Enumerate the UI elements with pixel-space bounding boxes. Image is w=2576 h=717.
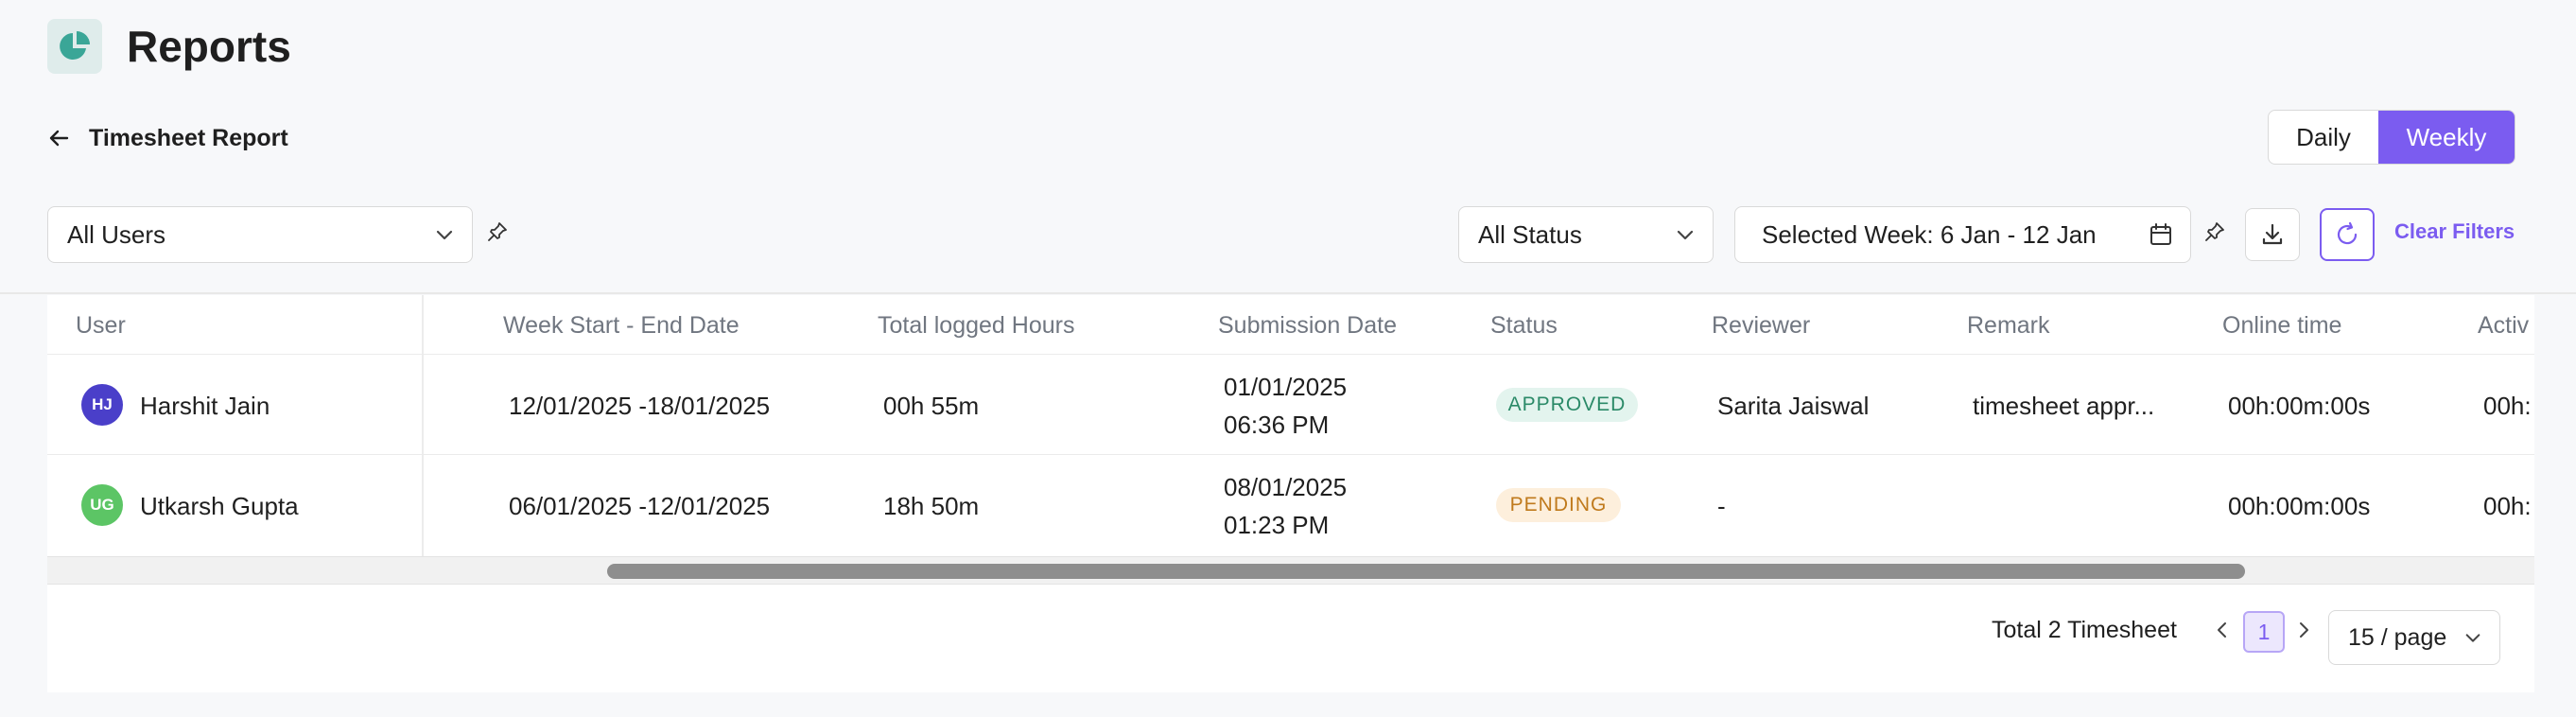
online-time: 00h:00m:00s — [2228, 392, 2371, 420]
back-link[interactable]: Timesheet Report — [47, 123, 288, 153]
column-header-status[interactable]: Status — [1490, 312, 1558, 340]
pin-week-filter-button[interactable] — [2200, 216, 2230, 248]
column-header-hours[interactable]: Total logged Hours — [878, 312, 1074, 340]
download-icon — [2262, 223, 2283, 245]
next-page-button[interactable] — [2290, 615, 2317, 645]
reports-logo — [47, 19, 102, 74]
week-picker[interactable]: Selected Week: 6 Jan - 12 Jan — [1734, 206, 2191, 263]
refresh-button[interactable] — [2320, 208, 2375, 261]
users-select[interactable]: All Users — [47, 206, 473, 263]
week-range: 06/01/2025 -12/01/2025 — [509, 492, 771, 520]
previous-page-button[interactable] — [2209, 615, 2236, 645]
logged-hours: 00h 55m — [883, 392, 980, 420]
daily-toggle-option[interactable]: Daily — [2269, 111, 2378, 164]
table-row-separator — [47, 454, 2534, 455]
fixed-column-divider — [422, 295, 424, 556]
chevron-left-icon — [2218, 622, 2226, 638]
status-badge: APPROVED — [1496, 388, 1638, 422]
view-toggle: Daily Weekly — [2268, 110, 2515, 165]
user-name[interactable]: Harshit Jain — [140, 392, 270, 421]
remark-text: timesheet appr... — [1973, 392, 2155, 420]
chevron-down-icon — [436, 230, 453, 240]
status-select[interactable]: All Status — [1458, 206, 1714, 263]
page-number-button[interactable]: 1 — [2243, 611, 2285, 653]
active-time: 00h: — [2483, 492, 2532, 520]
header-row-separator — [47, 354, 2534, 355]
submission-time: 06:36 PM — [1224, 411, 1330, 439]
page-size-select[interactable]: 15 / page — [2328, 610, 2500, 665]
total-count: Total 2 Timesheet — [1992, 617, 2177, 643]
page-size-value: 15 / page — [2348, 623, 2447, 651]
week-picker-value: Selected Week: 6 Jan - 12 Jan — [1762, 219, 2097, 249]
download-button[interactable] — [2245, 208, 2300, 261]
logged-hours: 18h 50m — [883, 492, 980, 520]
pin-icon — [488, 222, 507, 241]
status-badge: PENDING — [1496, 488, 1621, 522]
column-header-submission-date[interactable]: Submission Date — [1218, 312, 1397, 340]
column-header-online-time[interactable]: Online time — [2222, 312, 2341, 340]
pin-users-filter-button[interactable] — [482, 216, 513, 248]
reviewer-name: Sarita Jaiswal — [1717, 392, 1870, 420]
column-header-active-time[interactable]: Activ — [2478, 312, 2529, 340]
user-name[interactable]: Utkarsh Gupta — [140, 492, 299, 521]
refresh-icon — [2337, 221, 2358, 245]
week-range: 12/01/2025 -18/01/2025 — [509, 392, 771, 420]
chevron-down-icon — [1677, 230, 1694, 240]
submission-date: 01/01/2025 — [1224, 373, 1348, 401]
back-link-label: Timesheet Report — [89, 124, 288, 151]
online-time: 00h:00m:00s — [2228, 492, 2371, 520]
active-time: 00h: — [2483, 392, 2532, 420]
chevron-right-icon — [2300, 622, 2308, 638]
calendar-icon — [2150, 223, 2171, 245]
arrow-left-icon — [49, 130, 69, 147]
avatar: UG — [81, 484, 123, 526]
page-title: Reports — [127, 22, 291, 71]
column-header-week[interactable]: Week Start - End Date — [503, 312, 740, 340]
horizontal-scrollbar-thumb[interactable] — [607, 564, 2245, 579]
reviewer-name: - — [1717, 492, 1726, 520]
chevron-down-icon — [2465, 634, 2480, 642]
toolbar-divider — [0, 292, 2576, 294]
clear-filters-link[interactable]: Clear Filters — [2394, 219, 2515, 244]
avatar: HJ — [81, 384, 123, 426]
users-select-value: All Users — [67, 219, 166, 249]
column-header-user[interactable]: User — [76, 312, 126, 340]
pin-icon — [2205, 222, 2224, 241]
pie-chart-icon — [60, 31, 90, 60]
column-header-reviewer[interactable]: Reviewer — [1712, 312, 1810, 340]
submission-date: 08/01/2025 — [1224, 473, 1348, 501]
status-select-value: All Status — [1478, 219, 1582, 249]
weekly-toggle-option[interactable]: Weekly — [2378, 111, 2515, 164]
column-header-remark[interactable]: Remark — [1967, 312, 2050, 340]
submission-time: 01:23 PM — [1224, 511, 1330, 539]
